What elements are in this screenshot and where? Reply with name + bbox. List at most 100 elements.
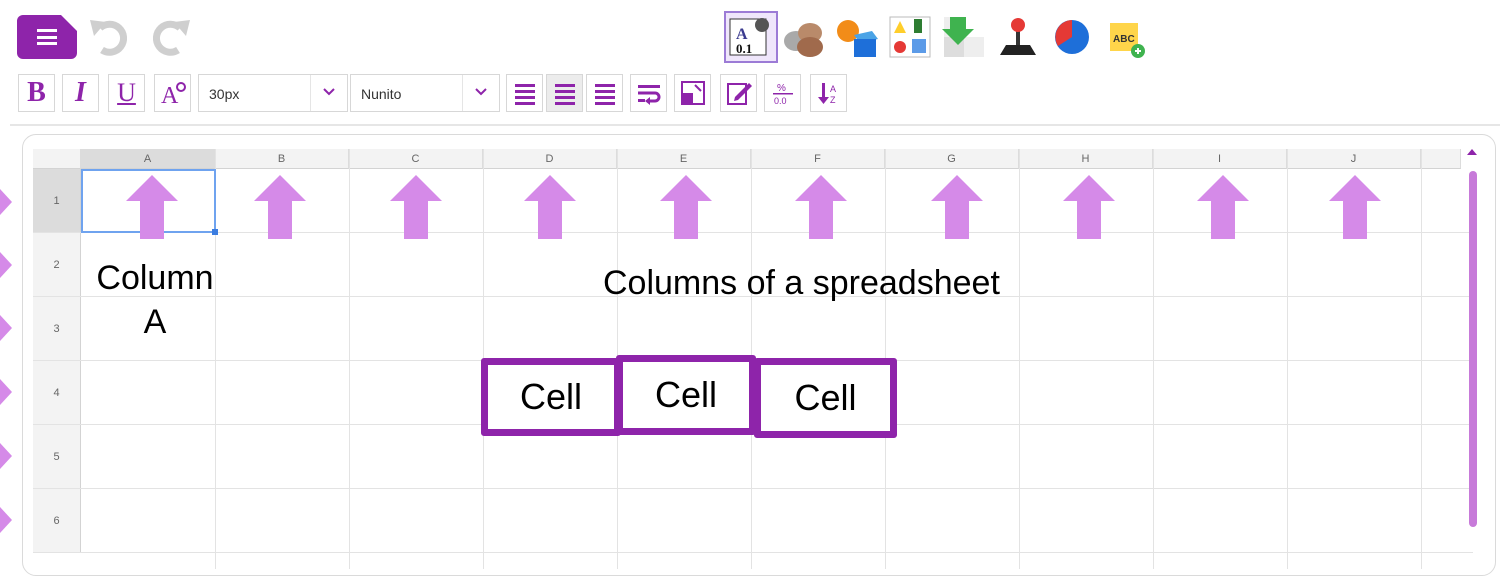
up-arrow-icon — [1197, 175, 1249, 239]
row-1-arrow-icon — [0, 189, 12, 215]
wrap-text-icon — [637, 85, 660, 105]
svg-text:ABC: ABC — [1113, 34, 1135, 45]
hamburger-menu-icon — [37, 29, 57, 45]
align-left-icon — [514, 84, 535, 105]
align-right-icon — [594, 84, 615, 105]
number-format-button[interactable]: % 0.0 — [764, 74, 801, 112]
column-a-label-line1: Column — [96, 259, 214, 297]
cell-callout-box: Cell — [616, 355, 756, 435]
wrap-text-button[interactable] — [630, 74, 667, 112]
percent-decimal-icon: % 0.0 — [772, 83, 793, 106]
merge-cells-icon — [680, 81, 705, 105]
column-header-i[interactable]: I — [1153, 149, 1287, 169]
row-4-arrow-icon — [0, 379, 12, 405]
chevron-down-icon — [310, 75, 347, 111]
up-arrow-icon — [390, 175, 442, 239]
grid-line — [1019, 149, 1020, 569]
row-header-5[interactable]: 5 — [33, 425, 81, 489]
spreadsheet: A B C D E F G H I J 1 2 3 4 5 6 Column A… — [22, 134, 1496, 576]
redo-button[interactable] — [146, 14, 194, 60]
up-arrow-icon — [254, 175, 306, 239]
up-arrow-icon — [1329, 175, 1381, 239]
font-size-value: 30px — [209, 86, 240, 102]
svg-text:0.0: 0.0 — [774, 96, 787, 106]
align-left-button[interactable] — [506, 74, 543, 112]
row-2-arrow-icon — [0, 252, 12, 278]
up-arrow-icon — [660, 175, 712, 239]
row-6-arrow-icon — [0, 507, 12, 533]
up-arrow-icon — [931, 175, 983, 239]
cell-callout-box: Cell — [481, 358, 621, 436]
cell-callout-box: Cell — [754, 358, 897, 438]
column-a-label-line2: A — [143, 303, 167, 341]
svg-text:%: % — [777, 83, 786, 94]
grid-line — [33, 232, 1473, 233]
column-header-c[interactable]: C — [349, 149, 483, 169]
joystick-tool-icon[interactable] — [994, 13, 1044, 61]
row-header-2[interactable]: 2 — [33, 233, 81, 297]
redo-icon — [152, 20, 190, 56]
format-toolbar: B I U A 30px Nunito % 0.0 A Z — [14, 70, 1494, 116]
grid-line — [33, 488, 1473, 489]
column-header-d[interactable]: D — [483, 149, 617, 169]
up-arrow-icon — [1063, 175, 1115, 239]
underline-button[interactable]: U — [108, 74, 145, 112]
grid-line — [1421, 149, 1422, 569]
row-header-1[interactable]: 1 — [33, 169, 81, 233]
column-header-h[interactable]: H — [1019, 149, 1153, 169]
grid-line — [1153, 149, 1154, 569]
font-family-select[interactable]: Nunito — [350, 74, 500, 112]
sort-button[interactable]: A Z — [810, 74, 847, 112]
column-header-g[interactable]: G — [885, 149, 1019, 169]
row-header-3[interactable]: 3 — [33, 297, 81, 361]
text-color-icon: A — [161, 82, 186, 107]
column-header-f[interactable]: F — [751, 149, 885, 169]
undo-icon — [90, 20, 128, 56]
edit-cell-button[interactable] — [720, 74, 757, 112]
sort-az-icon: A Z — [817, 83, 836, 105]
row-5-arrow-icon — [0, 443, 12, 469]
row-header-6[interactable]: 6 — [33, 489, 81, 553]
column-header-overflow — [1421, 149, 1461, 169]
download-grid-tool-icon[interactable] — [940, 13, 990, 61]
column-header-j[interactable]: J — [1287, 149, 1421, 169]
align-right-button[interactable] — [586, 74, 623, 112]
add-text-tool-icon[interactable]: ABC — [1102, 13, 1152, 61]
row-header-4[interactable]: 4 — [33, 361, 81, 425]
up-arrow-icon — [524, 175, 576, 239]
sorting-chart-tool-icon[interactable] — [886, 13, 936, 61]
grid-line — [1287, 149, 1288, 569]
row-3-arrow-icon — [0, 315, 12, 341]
column-header-b[interactable]: B — [215, 149, 349, 169]
top-toolbar: A 0.1 ABC — [0, 0, 1506, 66]
number-format-tool-icon[interactable]: A 0.1 — [724, 11, 778, 63]
font-family-value: Nunito — [361, 86, 402, 102]
shapes-tool-icon[interactable] — [832, 13, 882, 61]
scroll-up-arrow-icon[interactable] — [1467, 149, 1477, 155]
italic-button[interactable]: I — [62, 74, 99, 112]
align-center-button[interactable] — [546, 74, 583, 112]
coins-tool-icon[interactable] — [780, 13, 830, 61]
vertical-scrollbar[interactable] — [1469, 171, 1477, 527]
undo-button[interactable] — [86, 14, 134, 60]
grid-line — [33, 552, 1473, 553]
up-arrow-icon — [795, 175, 847, 239]
text-color-button[interactable]: A — [154, 74, 191, 112]
grid-line — [349, 149, 350, 569]
font-size-select[interactable]: 30px — [198, 74, 348, 112]
column-header-e[interactable]: E — [617, 149, 751, 169]
hamburger-menu-button[interactable] — [17, 15, 77, 59]
merge-cells-button[interactable] — [674, 74, 711, 112]
up-arrow-icon — [126, 175, 178, 239]
svg-text:0.1: 0.1 — [736, 41, 752, 56]
pencil-icon — [726, 83, 752, 105]
chevron-down-icon — [462, 75, 499, 111]
svg-text:Z: Z — [830, 95, 836, 105]
pie-chart-tool-icon[interactable] — [1048, 13, 1098, 61]
select-all-corner[interactable] — [33, 149, 81, 169]
bold-button[interactable]: B — [18, 74, 55, 112]
columns-label: Columns of a spreadsheet — [603, 264, 1000, 302]
column-header-a[interactable]: A — [81, 149, 215, 169]
svg-text:A: A — [830, 84, 836, 94]
align-center-icon — [554, 84, 575, 105]
